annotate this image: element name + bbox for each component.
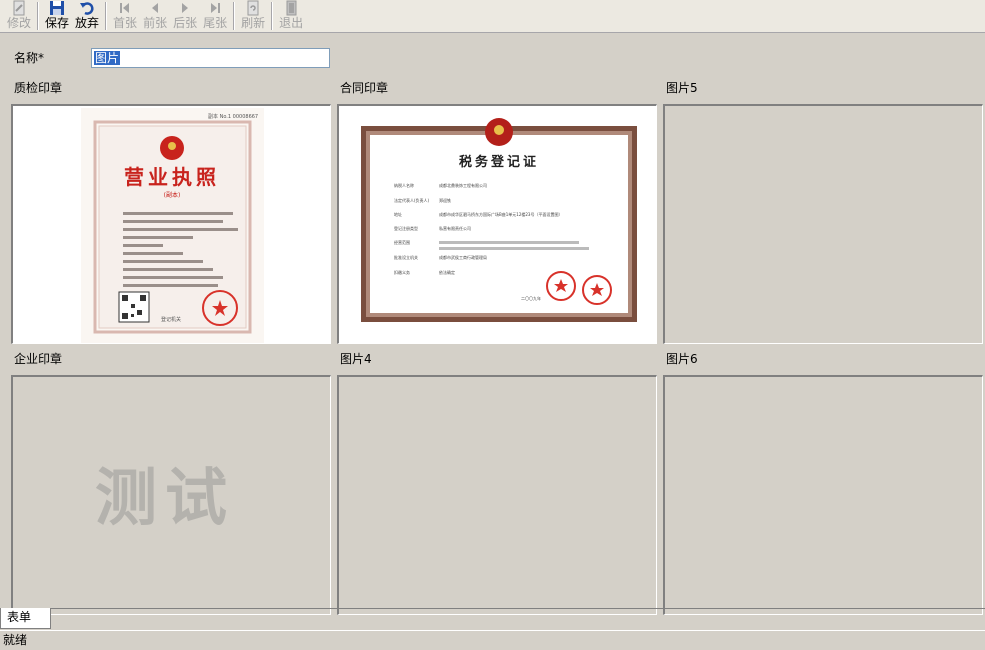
previous-button-label: 前张 <box>143 16 168 30</box>
first-button[interactable]: 首张 <box>110 0 140 32</box>
save-button[interactable]: 保存 <box>42 0 72 32</box>
tax-row-label: 经营范围 <box>394 239 410 245</box>
tab-strip: 表单 <box>0 608 985 630</box>
discard-button-label: 放弃 <box>75 16 100 30</box>
tax-row-value: 成都市成华区驷马桥东方国际广场B座1单元12楼23号（平面设置图） <box>439 211 562 217</box>
exit-door-icon <box>286 0 297 16</box>
business-license-image: 副本 No.1 00008667 营业执照 (副本) 登记机关 <box>81 108 264 343</box>
edit-icon <box>13 0 25 16</box>
panel-label-image4: 图片4 <box>340 352 372 366</box>
save-button-label: 保存 <box>45 16 70 30</box>
tax-row-label: 地址 <box>394 211 402 217</box>
tax-row-value: 私营有限责任公司 <box>439 225 471 231</box>
previous-icon <box>152 3 159 13</box>
first-icon <box>120 3 130 13</box>
tax-row-label: 登记注册类型 <box>394 225 418 231</box>
tax-row-label: 批准设立机关 <box>394 254 418 260</box>
license-subtitle: (副本) <box>164 191 181 199</box>
name-input[interactable]: 图片 <box>91 48 330 68</box>
tax-certificate-image: 税务登记证 纳税人名称 成都北鼎装饰工程有限公司 法定代表人(负责人) 郑迎铁 … <box>361 118 637 322</box>
tax-row-label: 法定代表人(负责人) <box>394 197 430 203</box>
tab-form[interactable]: 表单 <box>0 608 51 629</box>
image4-panel[interactable] <box>337 375 657 615</box>
license-footer: 登记机关 <box>161 316 181 323</box>
tax-row-value: 郑迎铁 <box>439 197 451 203</box>
exit-button[interactable]: 退出 <box>276 0 306 32</box>
undo-icon <box>80 2 94 15</box>
next-icon <box>182 3 189 13</box>
contract-seal-image-panel[interactable]: 税务登记证 纳税人名称 成都北鼎装饰工程有限公司 法定代表人(负责人) 郑迎铁 … <box>337 104 657 344</box>
toolbar-separator <box>271 2 274 30</box>
edit-button[interactable]: 修改 <box>4 0 34 32</box>
status-text: 就绪 <box>3 633 28 647</box>
toolbar: 修改 保存 放弃 首张 前张 后张 尾张 刷新 退出 <box>0 0 985 33</box>
refresh-button[interactable]: 刷新 <box>238 0 268 32</box>
quality-seal-image-panel[interactable]: 副本 No.1 00008667 营业执照 (副本) 登记机关 <box>11 104 331 344</box>
previous-button[interactable]: 前张 <box>140 0 170 32</box>
tax-row-value: 依法确定 <box>439 269 455 275</box>
next-button-label: 后张 <box>173 16 198 30</box>
test-watermark: 测试 <box>95 461 236 534</box>
discard-button[interactable]: 放弃 <box>72 0 102 32</box>
last-icon <box>211 3 221 13</box>
tax-row-value: 成都市武侯工商行政管理局 <box>439 254 487 260</box>
toolbar-separator <box>105 2 108 30</box>
save-icon <box>50 1 65 15</box>
edit-button-label: 修改 <box>7 16 32 30</box>
name-label: 名称* <box>14 51 45 65</box>
company-seal-image-panel[interactable]: 测试 <box>11 375 331 615</box>
tax-row-label: 纳税人名称 <box>394 182 414 188</box>
first-button-label: 首张 <box>113 16 138 30</box>
license-title: 营业执照 <box>124 165 220 189</box>
license-serial: 副本 No.1 00008667 <box>208 113 258 120</box>
name-input-value: 图片 <box>94 51 121 65</box>
panel-label-image5: 图片5 <box>666 81 698 95</box>
exit-button-label: 退出 <box>279 16 304 30</box>
status-bar: 就绪 <box>0 630 985 650</box>
tax-title: 税务登记证 <box>459 154 539 170</box>
tax-row-label: 扣缴义务 <box>394 269 410 275</box>
image6-panel[interactable] <box>663 375 983 615</box>
tax-row-value: 成都北鼎装饰工程有限公司 <box>439 182 487 188</box>
next-button[interactable]: 后张 <box>170 0 200 32</box>
last-button-label: 尾张 <box>203 16 228 30</box>
toolbar-separator <box>233 2 236 30</box>
toolbar-separator <box>37 2 40 30</box>
refresh-button-label: 刷新 <box>241 16 266 30</box>
tax-date: 二〇〇九年 <box>521 295 541 301</box>
panel-label-contract-seal: 合同印章 <box>340 81 389 95</box>
refresh-icon <box>247 0 259 16</box>
image5-panel[interactable] <box>663 104 983 344</box>
panel-label-image6: 图片6 <box>666 352 698 366</box>
panel-label-company-seal: 企业印章 <box>14 352 63 366</box>
last-button[interactable]: 尾张 <box>200 0 230 32</box>
panel-label-quality-seal: 质检印章 <box>14 81 63 95</box>
